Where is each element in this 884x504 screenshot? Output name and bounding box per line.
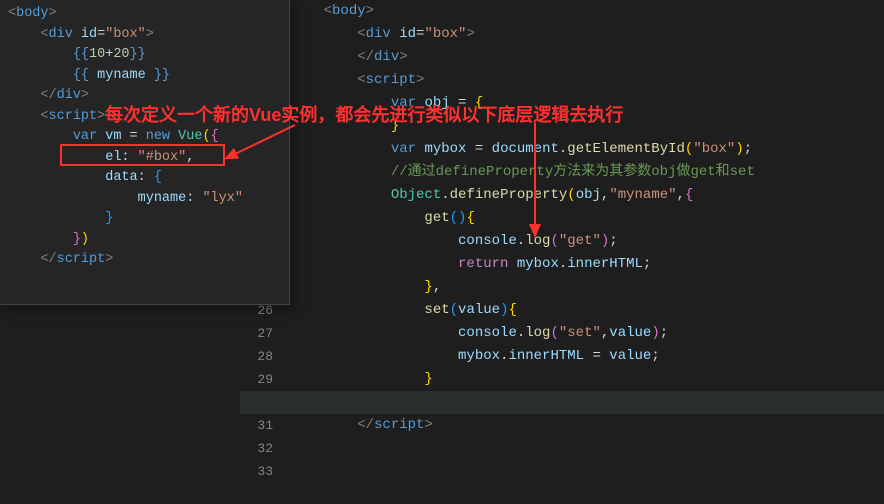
annotation-highlight-box	[60, 144, 225, 166]
main-code-area[interactable]: <body> <div id="box"> </div> <script> va…	[290, 0, 755, 437]
code-line: //通过defineProperty方法来为其参数obj做get和set	[290, 161, 755, 184]
code-line: },	[290, 276, 755, 299]
code-line: {{ myname }}	[8, 66, 281, 87]
code-line: }	[8, 209, 281, 230]
code-line: })	[8, 230, 281, 251]
code-line: set(value){	[290, 299, 755, 322]
overlay-code-area: <body> <div id="box"> {{10+20}} {{ mynam…	[0, 0, 289, 275]
line-number: 27	[240, 322, 273, 345]
code-line: Object.defineProperty(obj,"myname",{	[290, 184, 755, 207]
line-number: 31	[240, 414, 273, 437]
active-line-highlight	[240, 391, 884, 414]
code-line: var mybox = document.getElementById("box…	[290, 138, 755, 161]
code-line: data: {	[8, 168, 281, 189]
code-line: console.log("get");	[290, 230, 755, 253]
code-line: <body>	[290, 0, 755, 23]
code-line: <div id="box">	[8, 25, 281, 46]
code-line: console.log("set",value);	[290, 322, 755, 345]
line-number: 29	[240, 368, 273, 391]
annotation-text: 每次定义一个新的Vue实例，都会先进行类似以下底层逻辑去执行	[105, 101, 623, 127]
code-line: </div>	[290, 46, 755, 69]
code-line: get(){	[290, 207, 755, 230]
line-number: 28	[240, 345, 273, 368]
code-line: }	[290, 368, 755, 391]
code-line: myname: "lyx"	[8, 189, 281, 210]
line-number: 33	[240, 460, 273, 483]
code-line: mybox.innerHTML = value;	[290, 345, 755, 368]
code-line: return mybox.innerHTML;	[290, 253, 755, 276]
code-line: </script>	[290, 414, 755, 437]
code-line: {{10+20}}	[8, 45, 281, 66]
code-line: <body>	[8, 4, 281, 25]
code-line: <div id="box">	[290, 23, 755, 46]
line-number: 32	[240, 437, 273, 460]
code-line: </script>	[8, 250, 281, 271]
code-line: <script>	[290, 69, 755, 92]
